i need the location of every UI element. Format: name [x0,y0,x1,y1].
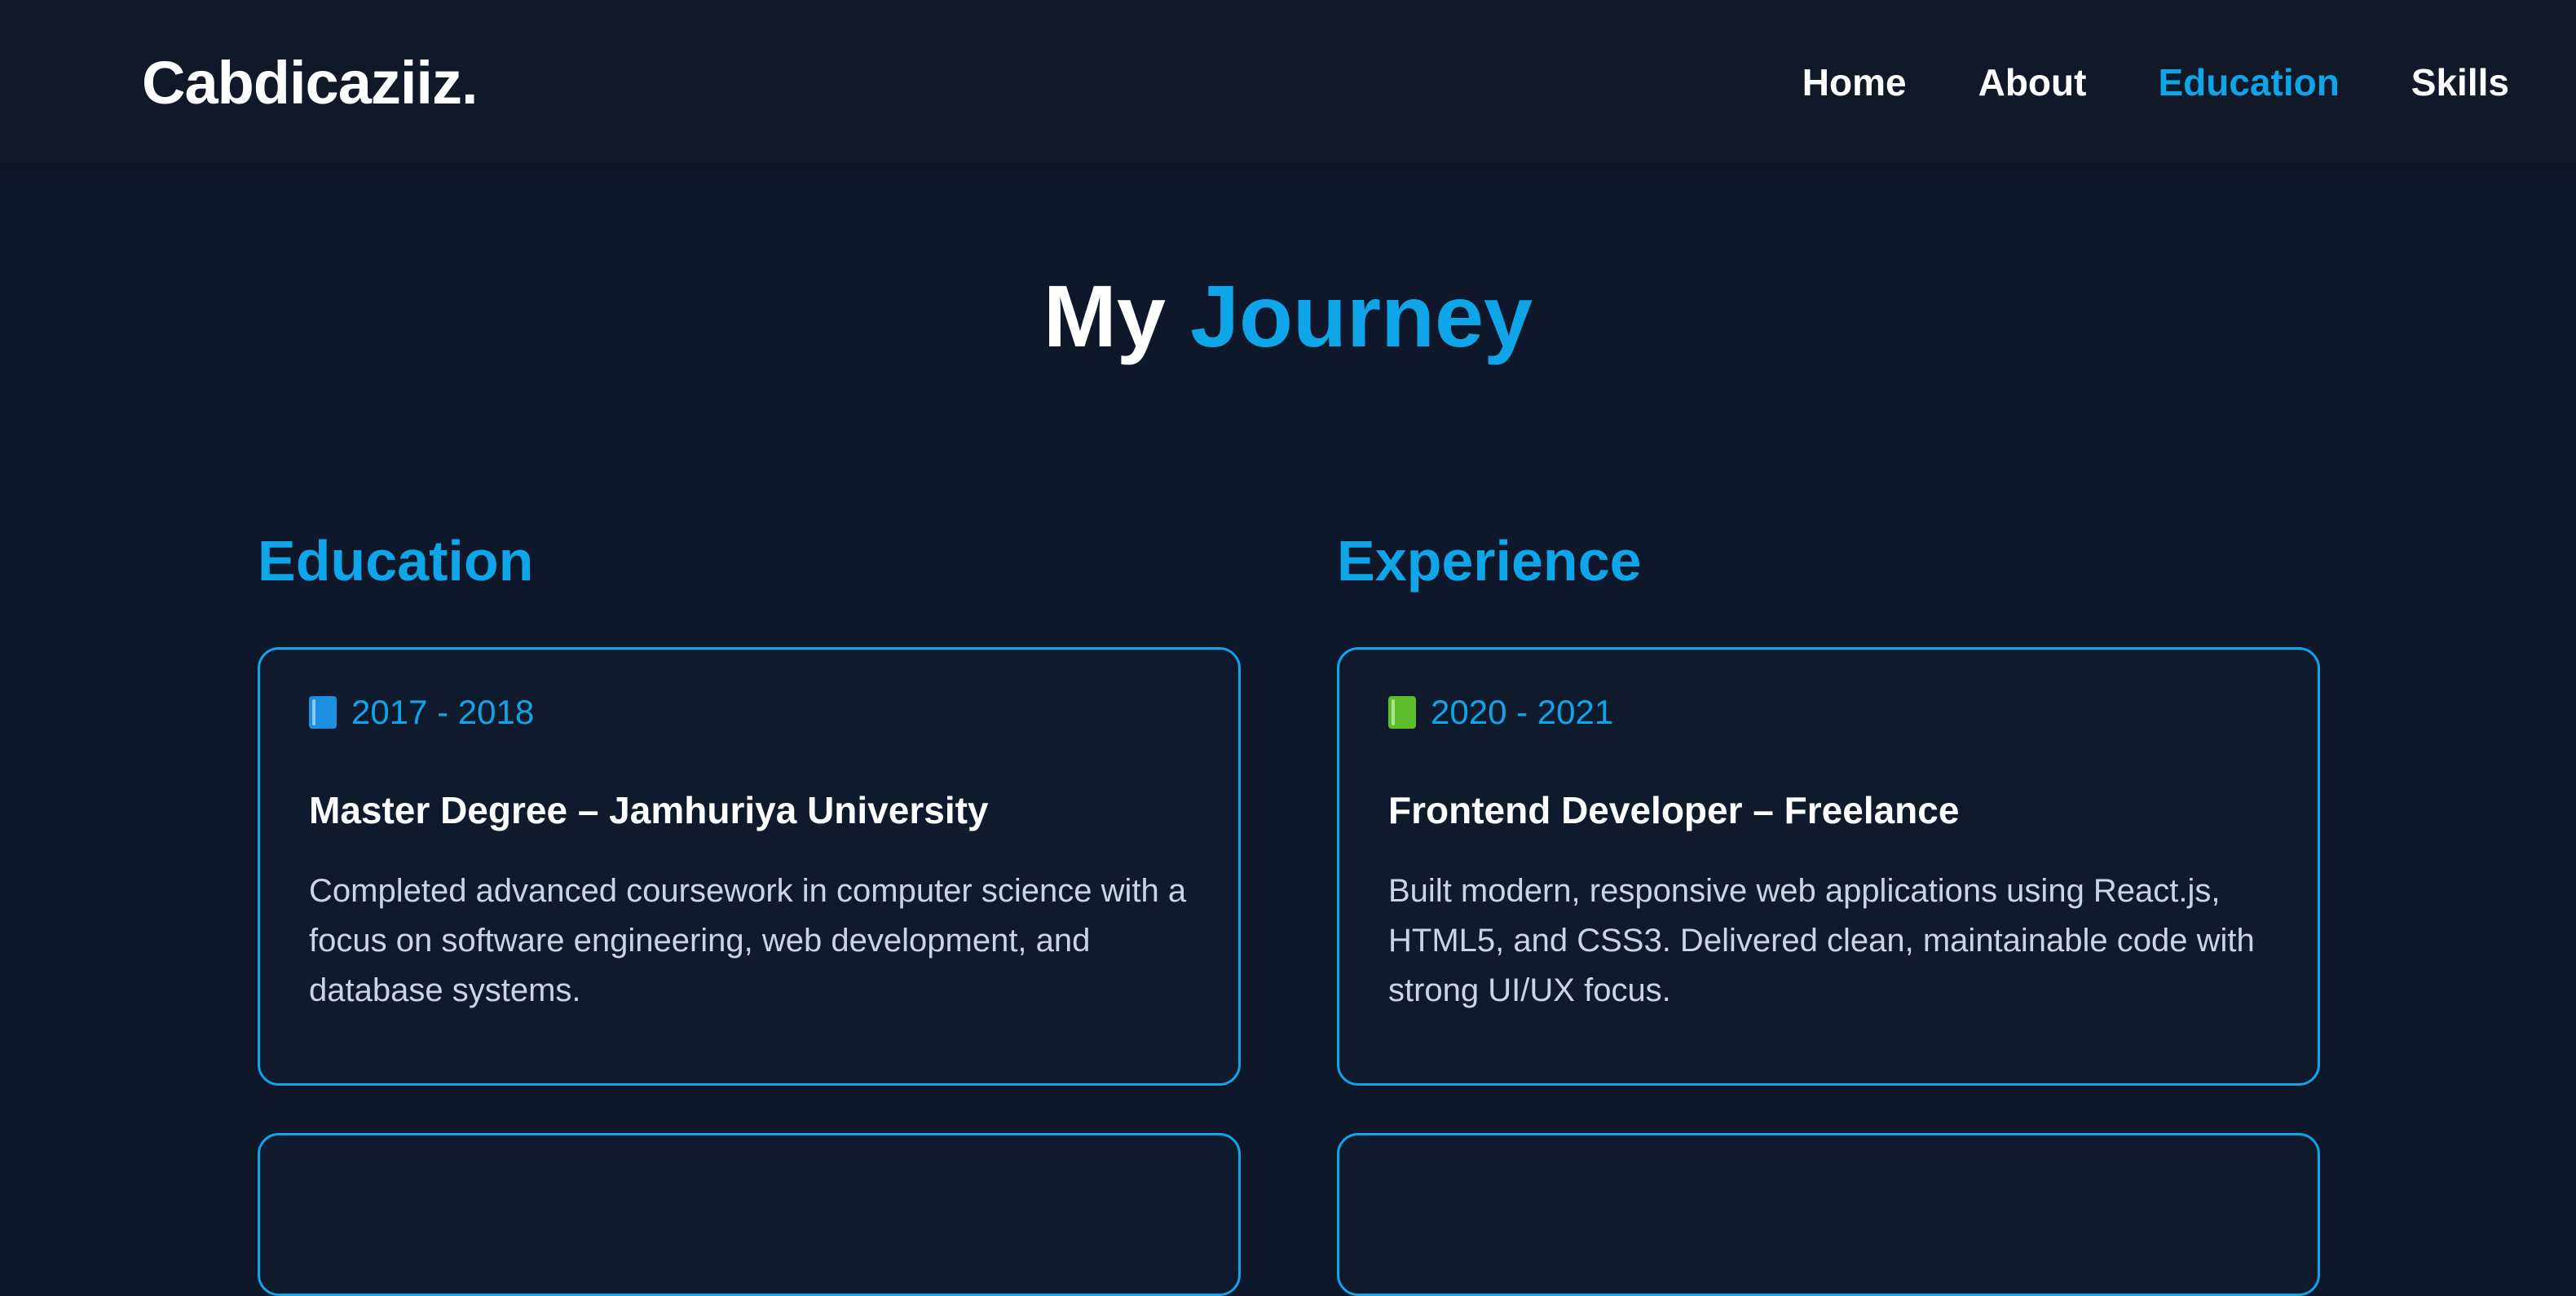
experience-date-text: 2020 - 2021 [1431,693,1614,731]
nav-links: Home About Education Skills [1802,55,2509,109]
experience-column: Experience 2020 - 2021 Frontend Develope… [1337,522,2320,1296]
page-title-part2: Journey [1189,267,1533,365]
education-column: Education 2017 - 2018 Master Degree – Ja… [258,522,1241,1296]
green-book-icon [1388,696,1416,729]
education-description: Completed advanced coursework in compute… [309,873,1187,1008]
nav-link-home[interactable]: Home [1802,55,1907,109]
nav-link-education[interactable]: Education [2158,55,2339,109]
nav-link-skills[interactable]: Skills [2411,55,2509,109]
experience-description: Built modern, responsive web application… [1388,873,2255,1008]
education-heading: Education [258,529,534,593]
page-title-part1: My [1043,267,1166,365]
education-title: Master Degree – Jamhuriya University [309,789,989,831]
education-card: 2017 - 2018 Master Degree – Jamhuriya Un… [258,647,1241,1086]
page-title: My Journey [0,259,2576,373]
experience-heading: Experience [1337,529,1642,593]
experience-card: 2020 - 2021 Frontend Developer – Freelan… [1337,647,2320,1086]
experience-date: 2020 - 2021 [1388,689,2269,736]
education-date: 2017 - 2018 [309,689,1189,736]
experience-card-next [1337,1133,2320,1296]
brand-logo[interactable]: Cabdicaziiz. [142,46,479,121]
blue-book-icon [309,696,337,729]
experience-title: Frontend Developer – Freelance [1388,789,1960,831]
education-date-text: 2017 - 2018 [351,693,535,731]
nav-link-about[interactable]: About [1978,55,2087,109]
education-card-next [258,1133,1241,1296]
navbar: Cabdicaziiz. Home About Education Skills [0,0,2576,163]
